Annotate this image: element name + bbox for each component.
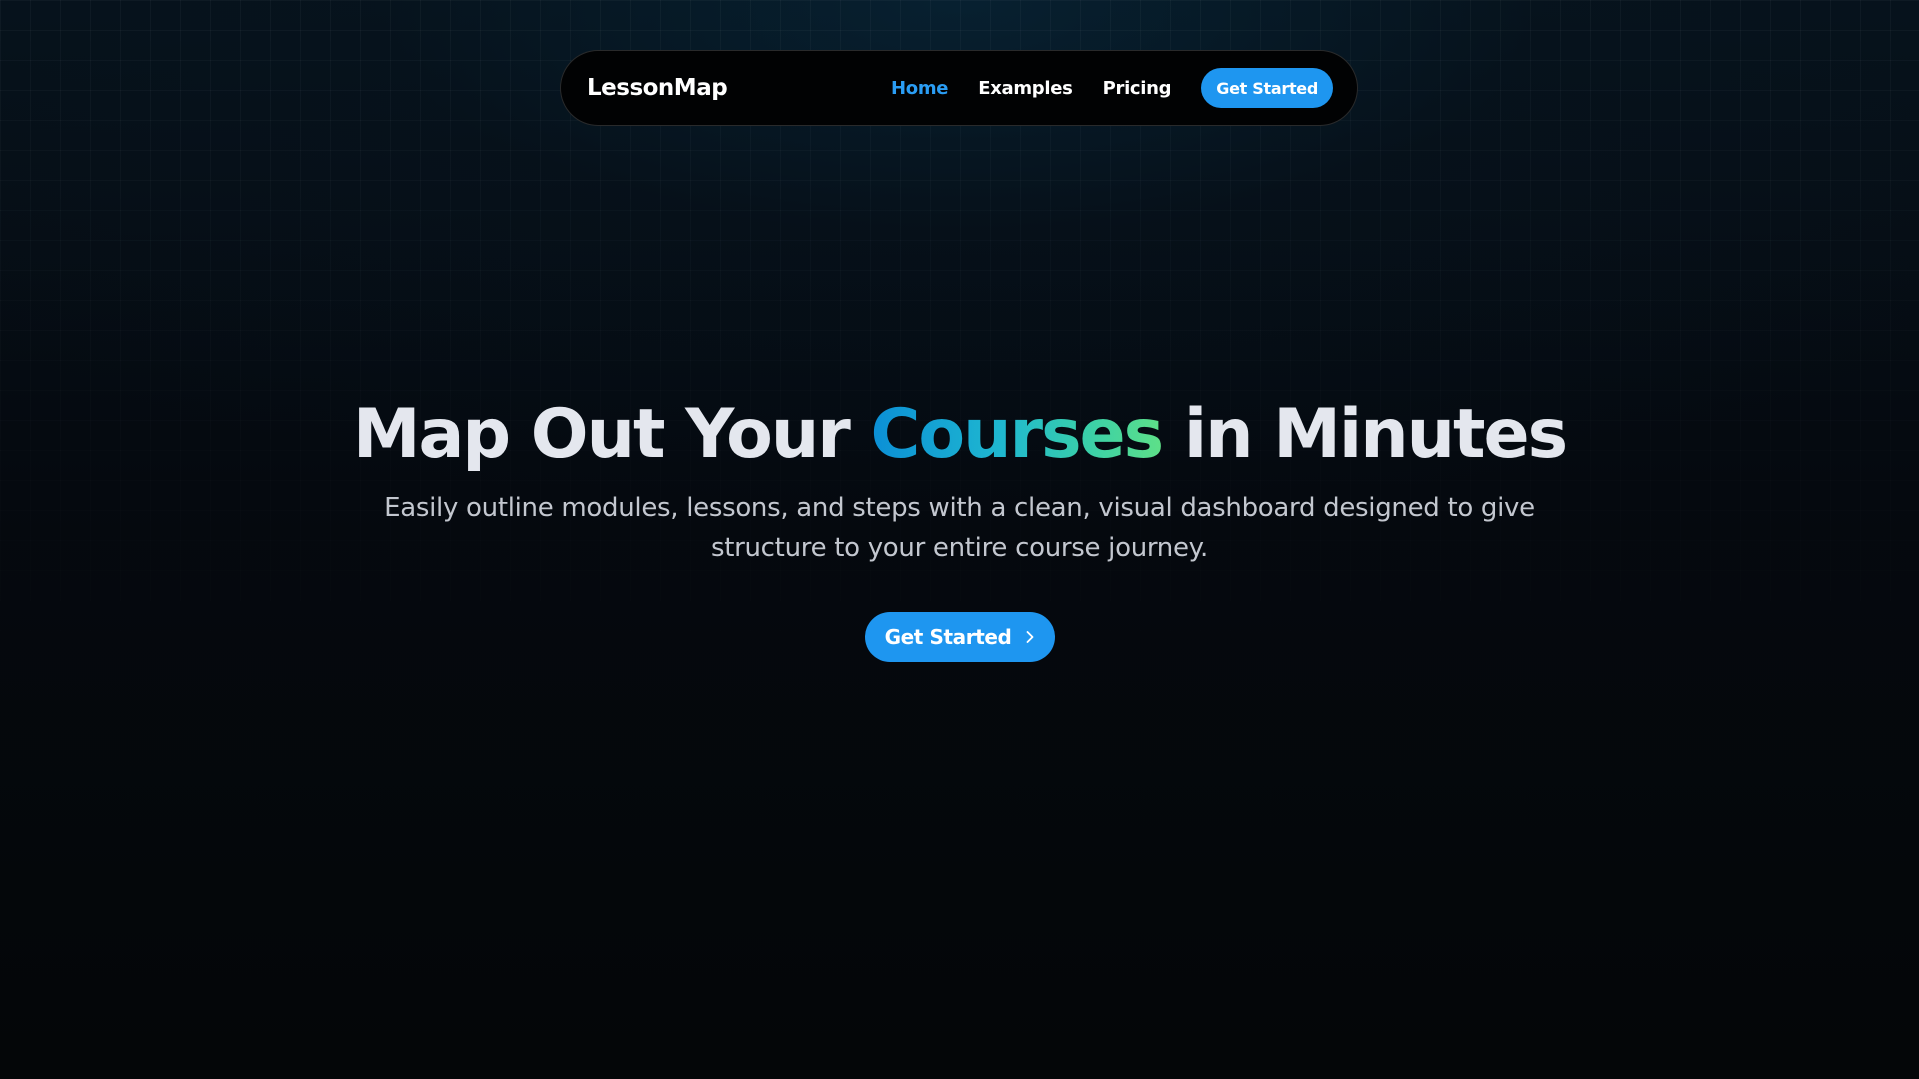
chevron-right-icon — [1027, 631, 1034, 643]
nav-links: Home Examples Pricing Get Started — [861, 68, 1333, 108]
hero-headline: Map Out Your Courses in Minutes — [0, 390, 1919, 480]
hero-cta-label: Get Started — [884, 625, 1012, 649]
headline-part-1: Map Out Your — [352, 395, 851, 474]
hero-section: Map Out Your Courses in Minutes Easily o… — [0, 390, 1919, 568]
nav-link-pricing[interactable]: Pricing — [1103, 78, 1172, 99]
nav-get-started-button[interactable]: Get Started — [1201, 68, 1333, 108]
hero-get-started-button[interactable]: Get Started — [865, 612, 1055, 662]
brand-logo[interactable]: LessonMap — [587, 75, 728, 101]
top-navbar: LessonMap Home Examples Pricing Get Star… — [560, 50, 1358, 126]
headline-accent-word: Courses — [870, 395, 1165, 474]
nav-link-examples[interactable]: Examples — [978, 78, 1073, 99]
headline-part-2: in Minutes — [1183, 395, 1568, 474]
nav-link-home[interactable]: Home — [891, 78, 949, 99]
hero-subtitle: Easily outline modules, lessons, and ste… — [384, 493, 1535, 563]
